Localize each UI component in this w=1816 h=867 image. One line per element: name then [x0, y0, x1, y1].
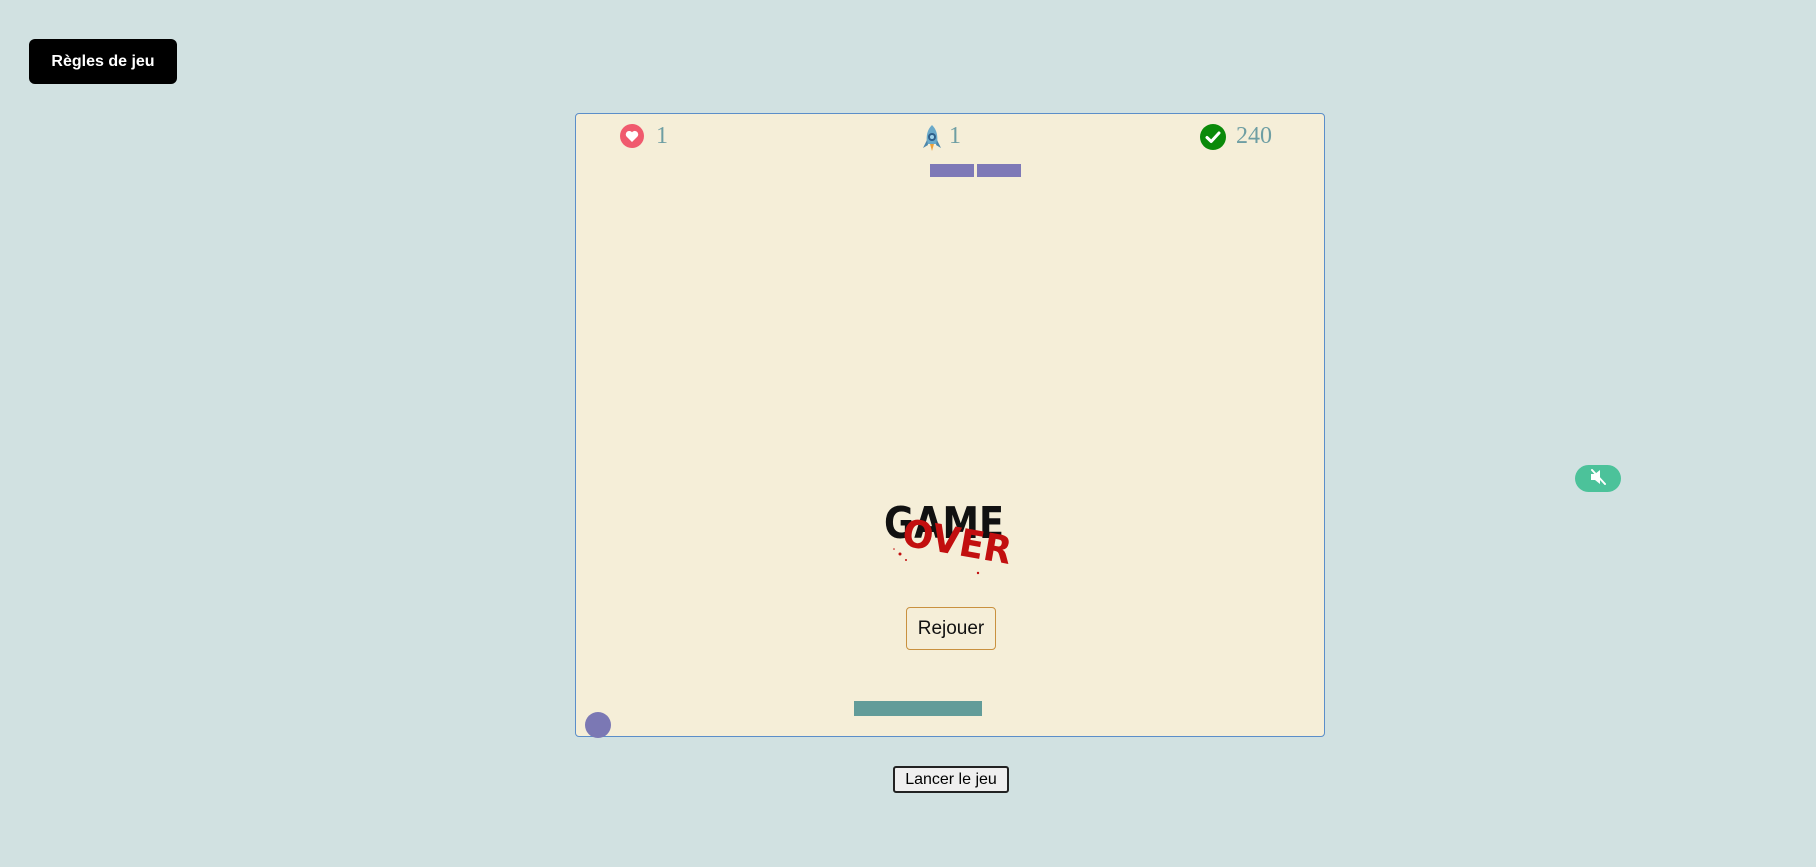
level-value: 1 [949, 122, 961, 149]
rocket-icon [921, 124, 943, 151]
paddle[interactable] [854, 701, 982, 716]
score-value: 240 [1236, 122, 1272, 149]
heart-icon [620, 124, 644, 148]
speaker-muted-icon [1589, 469, 1607, 488]
game-over-logo: GAME OVER [882, 494, 1018, 580]
game-board: 1 1 240 GAME OVER Rejouer [575, 113, 1325, 738]
ball [585, 712, 611, 738]
brick [977, 164, 1021, 177]
sound-toggle-button[interactable] [1575, 465, 1621, 492]
lives-value: 1 [656, 122, 668, 149]
rules-button[interactable]: Règles de jeu [29, 39, 177, 84]
replay-button[interactable]: Rejouer [906, 607, 996, 650]
level-counter: 1 [921, 122, 961, 151]
score-counter: 240 [1200, 122, 1272, 150]
launch-game-button[interactable]: Lancer le jeu [893, 766, 1009, 793]
lives-counter: 1 [620, 122, 668, 150]
check-circle-icon [1200, 124, 1226, 150]
brick [930, 164, 974, 177]
